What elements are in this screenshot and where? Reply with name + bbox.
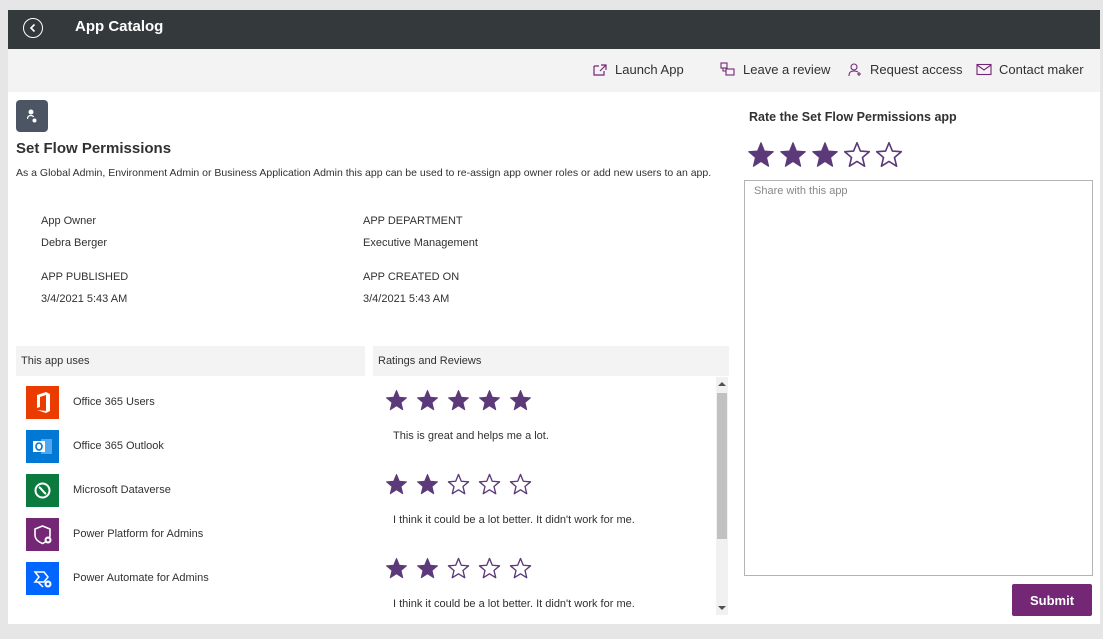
back-button[interactable] bbox=[23, 18, 43, 38]
app-owner-value: Debra Berger bbox=[41, 237, 108, 249]
list-item[interactable]: Microsoft Dataverse bbox=[26, 473, 171, 507]
contact-maker-label: Contact maker bbox=[999, 62, 1084, 77]
rate-panel: Rate the Set Flow Permissions app Submit bbox=[743, 92, 1100, 624]
star-outline-icon[interactable] bbox=[843, 141, 871, 174]
app-uses-header: This app uses bbox=[16, 346, 365, 376]
person-add-icon bbox=[848, 63, 861, 77]
review-text: This is great and helps me a lot. bbox=[393, 430, 549, 442]
app-department-label: APP DEPARTMENT bbox=[363, 215, 463, 227]
list-item[interactable]: Power Platform for Admins bbox=[26, 517, 203, 551]
star-filled-icon bbox=[478, 389, 509, 417]
power-automate-icon bbox=[26, 561, 59, 595]
app-created-label: APP CREATED ON bbox=[363, 271, 460, 283]
star-filled-icon bbox=[385, 389, 416, 417]
review-rating bbox=[385, 473, 635, 501]
scroll-thumb[interactable] bbox=[717, 393, 727, 539]
leave-review-label: Leave a review bbox=[743, 62, 831, 77]
page-title: App Catalog bbox=[75, 18, 164, 35]
mail-icon bbox=[976, 63, 992, 76]
connector-label: Microsoft Dataverse bbox=[73, 484, 171, 496]
review-text: I think it could be a lot better. It did… bbox=[393, 514, 635, 526]
app-details-panel: Set Flow Permissions As a Global Admin, … bbox=[8, 92, 730, 624]
star-filled-icon[interactable] bbox=[779, 141, 807, 174]
app-created-value: 3/4/2021 5:43 AM bbox=[363, 293, 450, 305]
star-filled-icon bbox=[385, 473, 416, 501]
connector-label: Power Automate for Admins bbox=[73, 572, 209, 584]
star-filled-icon bbox=[509, 389, 540, 417]
app-published-value: 3/4/2021 5:43 AM bbox=[41, 293, 128, 305]
connector-label: Power Platform for Admins bbox=[73, 528, 204, 540]
review-rating bbox=[385, 557, 635, 585]
command-bar: Launch App Leave a review Request access bbox=[8, 49, 1100, 92]
review-item: I think it could be a lot better. It did… bbox=[385, 557, 635, 610]
launch-app-label: Launch App bbox=[615, 62, 684, 77]
review-item: I think it could be a lot better. It did… bbox=[385, 473, 635, 526]
star-outline-icon bbox=[509, 473, 540, 501]
star-filled-icon bbox=[447, 389, 478, 417]
ratings-reviews-header: Ratings and Reviews bbox=[373, 346, 729, 376]
list-item[interactable]: Office 365 Outlook bbox=[26, 429, 164, 463]
share-feedback-input[interactable] bbox=[744, 180, 1093, 576]
app-description: As a Global Admin, Environment Admin or … bbox=[16, 167, 712, 179]
star-filled-icon bbox=[416, 557, 447, 585]
scroll-up-arrow[interactable] bbox=[718, 382, 726, 386]
review-rating bbox=[385, 389, 549, 417]
list-item[interactable]: Office 365 Users bbox=[26, 385, 155, 419]
app-name: Set Flow Permissions bbox=[16, 140, 172, 157]
request-access-button[interactable]: Request access bbox=[848, 62, 963, 77]
star-outline-icon bbox=[447, 473, 478, 501]
scroll-down-arrow[interactable] bbox=[718, 606, 726, 610]
app-icon bbox=[16, 100, 48, 132]
reviews-list: This is great and helps me a lot. I thin… bbox=[373, 377, 729, 615]
request-access-label: Request access bbox=[870, 62, 963, 77]
submit-button[interactable]: Submit bbox=[1012, 584, 1092, 616]
app-window: App Catalog Launch App Leave a review Re… bbox=[8, 10, 1100, 624]
star-outline-icon bbox=[478, 473, 509, 501]
power-platform-shield-icon bbox=[26, 517, 59, 551]
reviews-scrollbar[interactable] bbox=[716, 377, 728, 615]
chevron-left-icon bbox=[29, 23, 36, 33]
star-outline-icon bbox=[509, 557, 540, 585]
launch-icon bbox=[593, 63, 607, 76]
star-filled-icon bbox=[385, 557, 416, 585]
outlook-icon bbox=[26, 429, 59, 463]
star-outline-icon bbox=[447, 557, 478, 585]
app-department-value: Executive Management bbox=[363, 237, 478, 249]
contact-maker-button[interactable]: Contact maker bbox=[976, 62, 1084, 77]
star-filled-icon[interactable] bbox=[811, 141, 839, 174]
app-owner-label: App Owner bbox=[41, 215, 97, 227]
leave-review-button[interactable]: Leave a review bbox=[720, 62, 830, 77]
star-filled-icon bbox=[416, 389, 447, 417]
dataverse-icon bbox=[26, 473, 59, 507]
star-outline-icon bbox=[478, 557, 509, 585]
star-filled-icon bbox=[416, 473, 447, 501]
star-outline-icon[interactable] bbox=[875, 141, 903, 174]
person-flow-icon bbox=[26, 109, 37, 123]
connector-label: Office 365 Outlook bbox=[73, 440, 164, 452]
review-text: I think it could be a lot better. It did… bbox=[393, 598, 635, 610]
rate-stars[interactable] bbox=[747, 141, 907, 174]
review-icon bbox=[720, 62, 735, 76]
star-filled-icon[interactable] bbox=[747, 141, 775, 174]
office-365-icon bbox=[26, 385, 59, 419]
launch-app-button[interactable]: Launch App bbox=[592, 62, 684, 77]
review-item: This is great and helps me a lot. bbox=[385, 389, 549, 442]
top-bar: App Catalog bbox=[8, 10, 1100, 49]
list-item[interactable]: Power Automate for Admins bbox=[26, 561, 209, 595]
rate-app-title: Rate the Set Flow Permissions app bbox=[749, 110, 957, 124]
app-published-label: APP PUBLISHED bbox=[41, 271, 129, 283]
connector-label: Office 365 Users bbox=[73, 396, 155, 408]
